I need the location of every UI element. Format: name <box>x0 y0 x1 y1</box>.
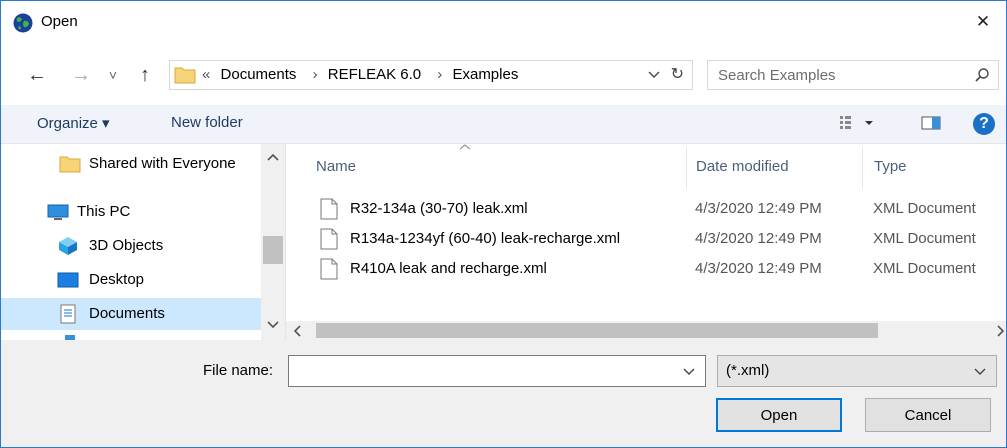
address-dropdown-icon[interactable] <box>648 67 660 83</box>
file-date: 4/3/2020 12:49 PM <box>695 260 822 277</box>
file-type-value: (*.xml) <box>726 362 770 379</box>
chevron-down-icon[interactable] <box>683 365 695 377</box>
column-separator[interactable] <box>862 148 863 188</box>
tree-item-desktop[interactable]: Desktop <box>1 264 261 296</box>
tree-item-label: Shared with Everyone <box>89 155 236 172</box>
scroll-right-icon[interactable] <box>996 325 1006 337</box>
navigation-pane-scrollbar[interactable] <box>261 144 285 340</box>
file-name: R32-134a (30-70) leak.xml <box>350 200 528 217</box>
search-icon[interactable] <box>974 67 990 83</box>
chevron-down-icon: ˅ <box>108 67 118 83</box>
file-type: XML Document <box>873 260 976 277</box>
tree-item-this-pc[interactable]: This PC <box>1 196 261 228</box>
breadcrumb-documents[interactable]: Documents <box>221 66 297 83</box>
breadcrumb-refleak[interactable]: REFLEAK 6.0 <box>328 66 421 83</box>
file-icon <box>320 198 338 220</box>
breadcrumb-overflow[interactable]: « <box>202 66 210 83</box>
file-type: XML Document <box>873 230 976 247</box>
preview-pane-icon[interactable] <box>921 113 941 133</box>
tree-item-label: Documents <box>89 305 165 322</box>
file-date: 4/3/2020 12:49 PM <box>695 230 822 247</box>
forward-button[interactable]: → <box>67 60 95 90</box>
tree-item-documents[interactable]: Documents <box>1 298 261 330</box>
scrollbar-thumb[interactable] <box>263 236 283 264</box>
up-arrow-icon: ↑ <box>140 63 150 86</box>
folder-icon <box>174 67 196 84</box>
dialog-footer: File name: (*.xml) Open Cancel <box>1 340 1006 447</box>
desktop-icon <box>57 272 79 288</box>
back-button[interactable]: ← <box>23 60 51 90</box>
close-icon: ✕ <box>975 12 991 31</box>
up-button[interactable]: ↑ <box>131 60 159 90</box>
recent-locations-button[interactable]: ˅ <box>103 60 123 90</box>
file-type-select[interactable]: (*.xml) <box>717 355 997 387</box>
scroll-up-icon[interactable] <box>267 152 279 162</box>
help-button[interactable]: ? <box>973 113 995 135</box>
window-title: Open <box>41 13 78 30</box>
navigation-bar: ← → ˅ ↑ « Documents › REFLEAK 6.0 › Exam… <box>1 56 1006 96</box>
scroll-down-icon[interactable] <box>267 320 279 330</box>
title-bar: Open ✕ <box>1 1 1006 43</box>
organize-button[interactable]: Organize ▾ <box>37 114 110 132</box>
refresh-icon[interactable]: ↻ <box>671 64 684 84</box>
tree-item-shared-with-everyone[interactable]: Shared with Everyone <box>1 148 261 180</box>
file-name-label: File name: <box>203 362 274 379</box>
breadcrumb: « Documents › REFLEAK 6.0 › Examples <box>202 66 524 83</box>
navigation-pane[interactable]: Shared with Everyone This PC 3D Objects … <box>1 144 286 340</box>
cancel-button[interactable]: Cancel <box>865 398 991 432</box>
scroll-left-icon[interactable] <box>292 325 302 337</box>
help-icon: ? <box>979 115 989 132</box>
new-folder-button[interactable]: New folder <box>171 114 243 131</box>
breadcrumb-separator[interactable]: › <box>313 66 318 83</box>
tree-item-label: This PC <box>77 203 131 220</box>
file-row[interactable]: R410A leak and recharge.xml 4/3/2020 12:… <box>316 256 1006 284</box>
column-header-date[interactable]: Date modified <box>696 158 789 175</box>
file-row[interactable]: R32-134a (30-70) leak.xml 4/3/2020 12:49… <box>316 196 1006 224</box>
file-list[interactable]: Name Date modified Type R32-134a (30-70)… <box>286 144 1006 322</box>
search-input[interactable]: Search Examples <box>718 67 836 84</box>
chevron-down-icon[interactable] <box>974 365 986 377</box>
address-bar[interactable]: « Documents › REFLEAK 6.0 › Examples ↻ <box>169 60 693 90</box>
search-box[interactable]: Search Examples <box>707 60 999 90</box>
file-name: R134a-1234yf (60-40) leak-recharge.xml <box>350 230 621 247</box>
scrollbar-thumb[interactable] <box>316 323 878 338</box>
tree-item-label: 3D Objects <box>89 237 164 254</box>
file-date: 4/3/2020 12:49 PM <box>695 200 822 217</box>
open-button[interactable]: Open <box>716 398 842 432</box>
computer-icon <box>47 204 69 220</box>
file-icon <box>320 228 338 250</box>
close-button[interactable]: ✕ <box>960 1 1006 43</box>
breadcrumb-separator[interactable]: › <box>437 66 442 83</box>
column-header-type[interactable]: Type <box>874 158 907 175</box>
view-options-icon[interactable] <box>839 113 875 133</box>
open-dialog: Open ✕ ← → ˅ ↑ « Documents › REFLEAK 6.0 <box>0 0 1007 448</box>
breadcrumb-examples[interactable]: Examples <box>452 66 518 83</box>
globe-icon <box>13 13 33 33</box>
sort-ascending-icon <box>459 144 471 150</box>
back-arrow-icon: ← <box>27 63 47 86</box>
file-name: R410A leak and recharge.xml <box>350 260 547 277</box>
forward-arrow-icon: → <box>71 63 91 86</box>
3d-objects-icon <box>59 237 77 255</box>
folder-icon <box>59 156 81 173</box>
tree-item-3d-objects[interactable]: 3D Objects <box>1 230 261 262</box>
file-row[interactable]: R134a-1234yf (60-40) leak-recharge.xml 4… <box>316 226 1006 254</box>
file-type: XML Document <box>873 200 976 217</box>
documents-icon <box>60 304 76 324</box>
tree-item-label: Desktop <box>89 271 145 288</box>
column-header-name[interactable]: Name <box>316 158 356 175</box>
command-bar: Organize ▾ New folder ? <box>1 105 1006 144</box>
column-separator[interactable] <box>686 148 687 188</box>
file-name-input[interactable] <box>288 355 706 387</box>
file-list-horizontal-scrollbar[interactable] <box>286 321 1006 340</box>
file-icon <box>320 258 338 280</box>
